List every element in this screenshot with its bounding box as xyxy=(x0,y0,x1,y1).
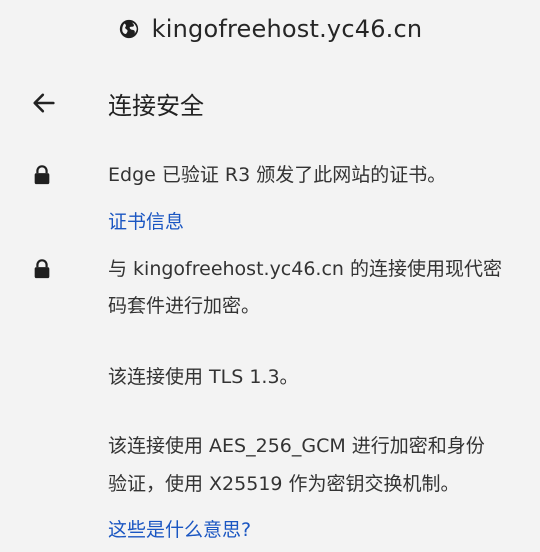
certificate-info-link[interactable]: 证书信息 xyxy=(108,207,184,234)
domain-bar: kingofreehost.yc46.cn xyxy=(0,10,540,48)
help-link[interactable]: 这些是什么意思? xyxy=(108,515,251,542)
domain-text: kingofreehost.yc46.cn xyxy=(151,15,423,43)
lock-icon xyxy=(34,165,50,185)
connection-encryption-line2: 码套件进行加密。 xyxy=(108,295,261,317)
globe-icon xyxy=(119,19,138,39)
lock-icon xyxy=(34,259,50,279)
tls-version-text: 该连接使用 TLS 1.3。 xyxy=(108,366,299,388)
connection-encryption-line1: 与 kingofreehost.yc46.cn 的连接使用现代密 xyxy=(108,258,503,280)
cipher-text-line1: 该连接使用 AES_256_GCM 进行加密和身份 xyxy=(108,435,485,457)
cipher-text-line2: 验证，使用 X25519 作为密钥交换机制。 xyxy=(108,473,460,495)
certificate-verified-text: Edge 已验证 R3 颁发了此网站的证书。 xyxy=(108,164,447,186)
arrow-left-icon xyxy=(33,93,55,113)
page-title: 连接安全 xyxy=(108,92,204,120)
back-button[interactable] xyxy=(26,85,62,121)
